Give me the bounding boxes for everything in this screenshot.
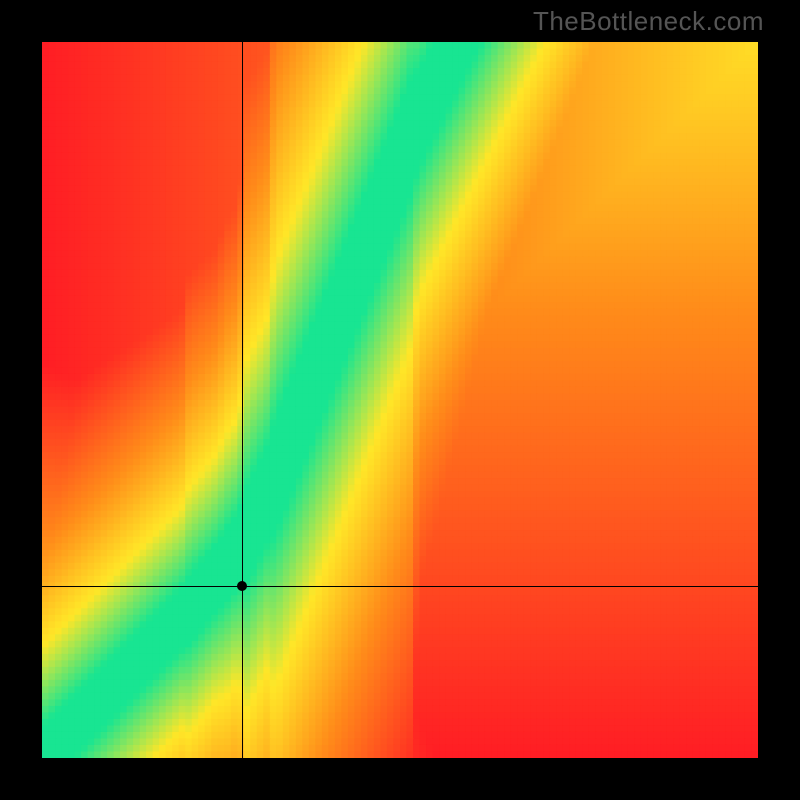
crosshair-vertical	[242, 42, 243, 758]
heatmap-canvas	[42, 42, 758, 758]
marker-dot	[237, 581, 247, 591]
heatmap-plot	[42, 42, 758, 758]
chart-frame: TheBottleneck.com	[0, 0, 800, 800]
crosshair-horizontal	[42, 586, 758, 587]
watermark-text: TheBottleneck.com	[533, 6, 764, 37]
